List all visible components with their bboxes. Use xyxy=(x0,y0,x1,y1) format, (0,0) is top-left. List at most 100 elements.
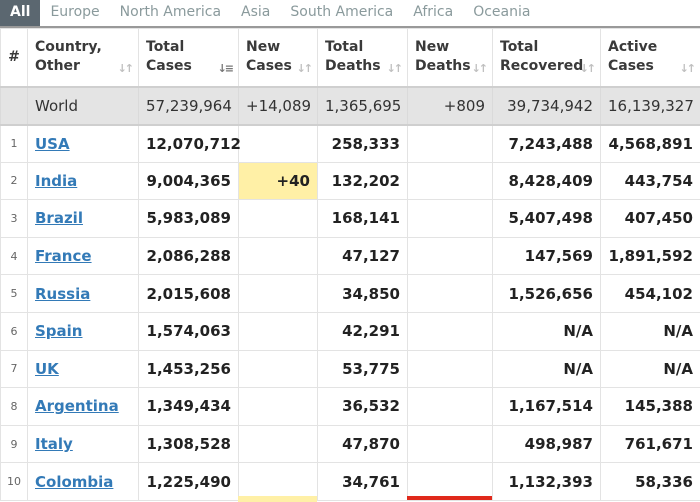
active-cases-cell: 145,388 xyxy=(601,388,700,426)
country-cell: Argentina xyxy=(28,388,139,426)
country-link[interactable]: Italy xyxy=(35,435,73,453)
sort-desc-active-icon[interactable]: ↓≡ xyxy=(218,62,232,75)
rank-cell: 9 xyxy=(1,425,28,463)
table-row: 6Spain1,574,06342,291N/AN/A xyxy=(1,312,700,350)
new-cases-cell xyxy=(239,275,318,313)
header-rank: # xyxy=(1,29,28,87)
sort-icon[interactable]: ↓↑ xyxy=(680,62,694,75)
sort-icon[interactable]: ↓↑ xyxy=(118,62,132,75)
tab-oceania[interactable]: Oceania xyxy=(463,0,540,26)
new-cases-cell xyxy=(239,463,318,501)
total-recovered-cell: 498,987 xyxy=(493,425,601,463)
total-recovered-cell: 8,428,409 xyxy=(493,162,601,200)
header-row: # Country,Other ↓↑ TotalCases ↓≡ NewCase… xyxy=(1,29,700,87)
rank-cell: 1 xyxy=(1,125,28,163)
country-link[interactable]: Spain xyxy=(35,322,82,340)
new-cases-cell xyxy=(239,312,318,350)
total-deaths-cell: 168,141 xyxy=(318,200,408,238)
tab-africa[interactable]: Africa xyxy=(403,0,463,26)
new-deaths-cell xyxy=(408,275,493,313)
total-recovered-cell: 1,526,656 xyxy=(493,275,601,313)
world-total-cases: 57,239,964 xyxy=(139,87,239,125)
total-recovered-cell: N/A xyxy=(493,312,601,350)
world-label: World xyxy=(28,87,139,125)
country-cell: Colombia xyxy=(28,463,139,501)
country-cell: Brazil xyxy=(28,200,139,238)
total-recovered-cell: 147,569 xyxy=(493,237,601,275)
covid-stats-table: # Country,Other ↓↑ TotalCases ↓≡ NewCase… xyxy=(0,28,700,501)
total-deaths-cell: 258,333 xyxy=(318,125,408,163)
active-cases-cell: 1,891,592 xyxy=(601,237,700,275)
header-new-deaths[interactable]: NewDeaths ↓↑ xyxy=(408,29,493,87)
world-total-row: World 57,239,964 +14,089 1,365,695 +809 … xyxy=(1,87,700,125)
country-link[interactable]: Brazil xyxy=(35,209,83,227)
table-row: 2India9,004,365+40132,2028,428,409443,75… xyxy=(1,162,700,200)
header-new-cases[interactable]: NewCases ↓↑ xyxy=(239,29,318,87)
active-cases-cell: N/A xyxy=(601,312,700,350)
header-total-cases[interactable]: TotalCases ↓≡ xyxy=(139,29,239,87)
total-cases-cell: 12,070,712 xyxy=(139,125,239,163)
total-deaths-cell: 42,291 xyxy=(318,312,408,350)
sort-icon[interactable]: ↓↑ xyxy=(297,62,311,75)
new-deaths-cell xyxy=(408,425,493,463)
header-total-recovered[interactable]: TotalRecovered ↓↑ xyxy=(493,29,601,87)
new-deaths-cell xyxy=(408,237,493,275)
country-cell: Italy xyxy=(28,425,139,463)
total-deaths-cell: 132,202 xyxy=(318,162,408,200)
country-link[interactable]: USA xyxy=(35,135,70,153)
tab-asia[interactable]: Asia xyxy=(231,0,280,26)
total-recovered-cell: 7,243,488 xyxy=(493,125,601,163)
country-link[interactable]: Russia xyxy=(35,285,90,303)
sort-icon[interactable]: ↓↑ xyxy=(580,62,594,75)
new-cases-cell xyxy=(239,237,318,275)
world-active-cases: 16,139,327 xyxy=(601,87,700,125)
table-row: 5Russia2,015,60834,8501,526,656454,102 xyxy=(1,275,700,313)
new-cases-cell xyxy=(239,388,318,426)
country-cell: USA xyxy=(28,125,139,163)
active-cases-cell: 58,336 xyxy=(601,463,700,501)
table-row: 10Colombia1,225,49034,7611,132,39358,336 xyxy=(1,463,700,501)
country-cell: UK xyxy=(28,350,139,388)
rank-cell: 8 xyxy=(1,388,28,426)
table-row: 8Argentina1,349,43436,5321,167,514145,38… xyxy=(1,388,700,426)
total-deaths-cell: 34,850 xyxy=(318,275,408,313)
total-recovered-cell: 1,167,514 xyxy=(493,388,601,426)
tab-south-america[interactable]: South America xyxy=(280,0,403,26)
new-cases-cell xyxy=(239,350,318,388)
country-link[interactable]: France xyxy=(35,247,92,265)
total-cases-cell: 1,225,490 xyxy=(139,463,239,501)
new-cases-cell xyxy=(239,425,318,463)
new-cases-cell xyxy=(239,200,318,238)
new-deaths-cell xyxy=(408,125,493,163)
header-total-deaths[interactable]: TotalDeaths ↓↑ xyxy=(318,29,408,87)
total-cases-cell: 2,086,288 xyxy=(139,237,239,275)
total-cases-cell: 1,453,256 xyxy=(139,350,239,388)
country-link[interactable]: UK xyxy=(35,360,59,378)
rank-cell: 10 xyxy=(1,463,28,501)
rank-cell: 7 xyxy=(1,350,28,388)
rank-cell: 3 xyxy=(1,200,28,238)
new-deaths-cell xyxy=(408,312,493,350)
country-cell: Russia xyxy=(28,275,139,313)
table-row: 9Italy1,308,52847,870498,987761,671 xyxy=(1,425,700,463)
sort-icon[interactable]: ↓↑ xyxy=(387,62,401,75)
header-active-cases[interactable]: ActiveCases ↓↑ xyxy=(601,29,700,87)
table-row: 3Brazil5,983,089168,1415,407,498407,450 xyxy=(1,200,700,238)
world-total-recovered: 39,734,942 xyxy=(493,87,601,125)
total-cases-cell: 9,004,365 xyxy=(139,162,239,200)
tab-all[interactable]: All xyxy=(0,0,40,26)
country-link[interactable]: India xyxy=(35,172,77,190)
new-deaths-cell xyxy=(408,162,493,200)
country-link[interactable]: Argentina xyxy=(35,397,119,415)
header-country[interactable]: Country,Other ↓↑ xyxy=(28,29,139,87)
total-deaths-cell: 36,532 xyxy=(318,388,408,426)
active-cases-cell: 761,671 xyxy=(601,425,700,463)
country-link[interactable]: Colombia xyxy=(35,473,113,491)
active-cases-cell: 443,754 xyxy=(601,162,700,200)
sort-icon[interactable]: ↓↑ xyxy=(472,62,486,75)
rank-cell: 2 xyxy=(1,162,28,200)
rank-cell: 5 xyxy=(1,275,28,313)
tab-north-america[interactable]: North America xyxy=(110,0,231,26)
tab-europe[interactable]: Europe xyxy=(40,0,109,26)
new-deaths-cell xyxy=(408,388,493,426)
